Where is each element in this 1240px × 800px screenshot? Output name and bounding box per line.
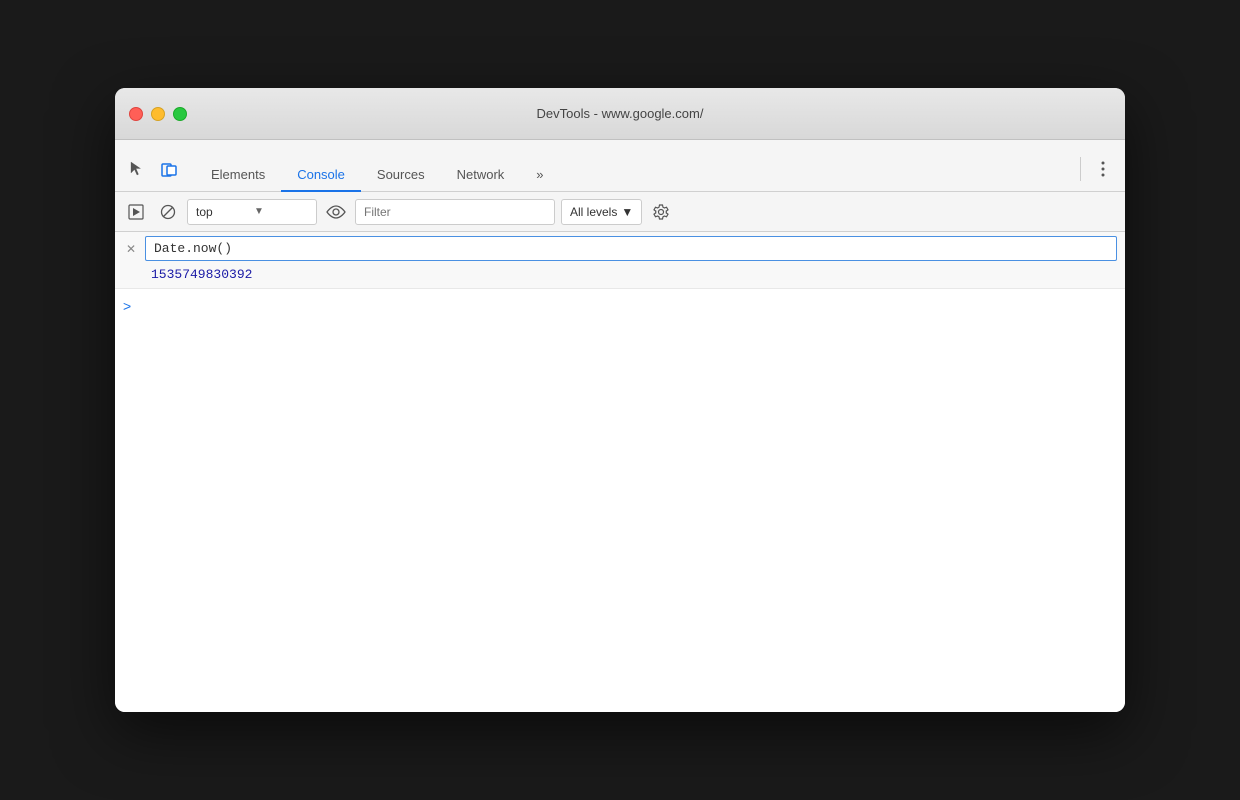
tab-bar-right bbox=[1076, 155, 1117, 191]
console-result: 1535749830392 bbox=[115, 265, 1125, 288]
console-prompt-input[interactable] bbox=[139, 297, 339, 315]
tab-elements[interactable]: Elements bbox=[195, 159, 281, 192]
entry-close-icon[interactable]: ✕ bbox=[123, 241, 139, 257]
clear-console-icon[interactable] bbox=[155, 199, 181, 225]
console-entry: ✕ 1535749830392 bbox=[115, 232, 1125, 289]
devtools-window: DevTools - www.google.com/ Elements Cons… bbox=[115, 88, 1125, 712]
context-selector[interactable]: top ▼ bbox=[187, 199, 317, 225]
tab-sources[interactable]: Sources bbox=[361, 159, 441, 192]
eye-icon[interactable] bbox=[323, 199, 349, 225]
minimize-button[interactable] bbox=[151, 107, 165, 121]
run-script-icon[interactable] bbox=[123, 199, 149, 225]
console-content: ✕ 1535749830392 > bbox=[115, 232, 1125, 712]
context-value: top bbox=[196, 205, 250, 219]
close-button[interactable] bbox=[129, 107, 143, 121]
levels-arrow: ▼ bbox=[621, 205, 633, 219]
divider bbox=[1080, 157, 1081, 181]
tab-more[interactable]: » bbox=[520, 159, 559, 192]
window-title: DevTools - www.google.com/ bbox=[537, 106, 704, 121]
console-input[interactable] bbox=[145, 236, 1117, 261]
prompt-row: > bbox=[115, 289, 1125, 323]
tab-console[interactable]: Console bbox=[281, 159, 361, 192]
more-options-icon[interactable] bbox=[1089, 155, 1117, 183]
filter-input[interactable] bbox=[355, 199, 555, 225]
context-arrow: ▼ bbox=[254, 206, 308, 217]
tab-bar: Elements Console Sources Network » bbox=[115, 140, 1125, 192]
levels-label: All levels bbox=[570, 205, 617, 219]
tab-network[interactable]: Network bbox=[441, 159, 521, 192]
title-bar: DevTools - www.google.com/ bbox=[115, 88, 1125, 140]
console-toolbar: top ▼ All levels ▼ bbox=[115, 192, 1125, 232]
console-input-row: ✕ bbox=[115, 232, 1125, 265]
prompt-arrow: > bbox=[123, 298, 131, 314]
levels-selector[interactable]: All levels ▼ bbox=[561, 199, 642, 225]
maximize-button[interactable] bbox=[173, 107, 187, 121]
window-controls bbox=[129, 107, 187, 121]
inspect-icon[interactable] bbox=[123, 155, 151, 183]
device-toolbar-icon[interactable] bbox=[155, 155, 183, 183]
settings-icon[interactable] bbox=[648, 199, 674, 225]
tab-bar-tools bbox=[123, 155, 183, 191]
